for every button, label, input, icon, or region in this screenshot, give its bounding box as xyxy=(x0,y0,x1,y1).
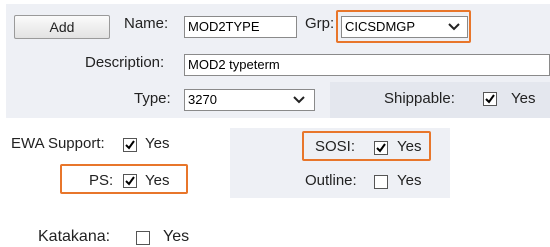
shippable-label: Shippable: xyxy=(384,90,455,107)
ps-highlight xyxy=(60,164,188,194)
checkmark-icon xyxy=(485,94,495,104)
sosi-highlight xyxy=(302,131,431,161)
type-select-value: 3270 xyxy=(188,92,217,107)
outline-yes-label: Yes xyxy=(397,172,422,189)
name-label: Name: xyxy=(124,15,169,32)
name-field[interactable]: MOD2TYPE xyxy=(184,16,297,38)
ewa-support-yes-label: Yes xyxy=(145,135,170,152)
outline-checkbox[interactable] xyxy=(374,175,388,189)
shippable-yes-label: Yes xyxy=(511,90,536,107)
shippable-checkbox[interactable] xyxy=(483,92,497,106)
chevron-down-icon xyxy=(293,96,305,104)
grp-highlight xyxy=(336,10,471,43)
outline-label: Outline: xyxy=(305,172,357,189)
grp-label: Grp: xyxy=(305,15,335,32)
description-label: Description: xyxy=(85,54,165,71)
katakana-checkbox[interactable] xyxy=(136,231,150,245)
ewa-support-checkbox[interactable] xyxy=(123,138,137,152)
add-button[interactable]: Add xyxy=(14,15,110,39)
ewa-support-label: EWA Support: xyxy=(11,135,105,152)
katakana-label: Katakana: xyxy=(38,228,111,245)
katakana-yes-label: Yes xyxy=(163,228,190,245)
checkmark-icon xyxy=(125,140,135,150)
type-label: Type: xyxy=(134,90,171,107)
description-field[interactable]: MOD2 typeterm xyxy=(184,54,550,76)
type-select[interactable]: 3270 xyxy=(184,89,315,111)
